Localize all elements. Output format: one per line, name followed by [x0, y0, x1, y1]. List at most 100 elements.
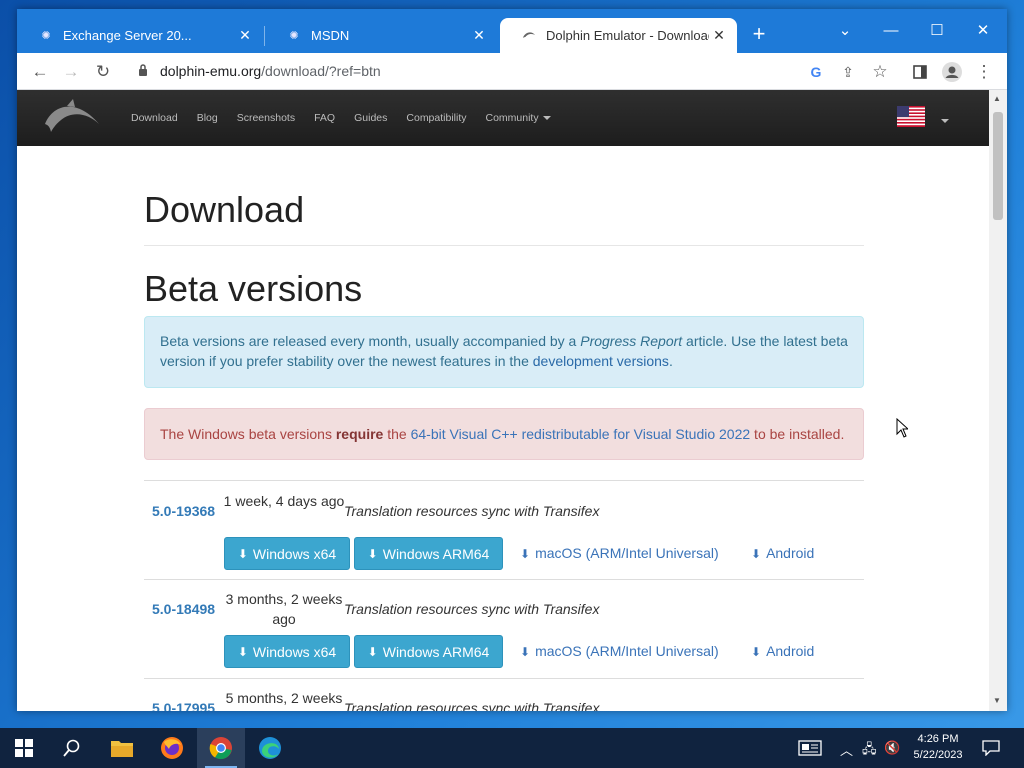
volume-muted-icon[interactable]: 🔇: [884, 740, 900, 756]
close-tab-icon[interactable]: ✕: [469, 27, 489, 44]
tab-dolphin-download[interactable]: Dolphin Emulator - Download ✕: [500, 18, 737, 53]
menu-kebab-icon[interactable]: ⋮: [971, 59, 997, 85]
info-alert: Beta versions are released every month, …: [144, 316, 864, 388]
warning-alert: The Windows beta versions require the 64…: [144, 408, 864, 460]
info-text: .: [668, 353, 673, 369]
address-bar[interactable]: dolphin-emu.org/download/?ref=btn: [136, 55, 806, 87]
commit-message[interactable]: Translation resources sync with Transife…: [344, 700, 599, 711]
new-tab-button[interactable]: +: [749, 23, 769, 45]
nav-download[interactable]: Download: [131, 112, 178, 124]
dolphin-logo-icon[interactable]: [43, 98, 101, 136]
windows-x64-button[interactable]: ⬇ Windows x64: [224, 635, 350, 668]
vc-redist-link[interactable]: 64-bit Visual C++ redistributable for Vi…: [411, 426, 751, 442]
tab-label: Dolphin Emulator - Download: [546, 28, 709, 43]
site-navbar: Download Blog Screenshots FAQ Guides Com…: [17, 90, 989, 146]
network-icon[interactable]: 🖧: [862, 740, 877, 762]
button-label: Windows ARM64: [382, 643, 490, 660]
tab-label: MSDN: [311, 28, 350, 43]
scroll-thumb[interactable]: [993, 112, 1003, 220]
notification-icon[interactable]: [982, 740, 1000, 759]
version-row: 5.0-17995 5 months, 2 weeks Translation …: [144, 678, 864, 711]
warning-bold: require: [335, 426, 384, 442]
android-download-link[interactable]: ⬇ Android: [751, 545, 814, 561]
nav-screenshots[interactable]: Screenshots: [237, 112, 295, 124]
google-lens-icon[interactable]: G: [803, 59, 829, 85]
browser-titlebar: ✺ Exchange Server 20... ✕ ✺ MSDN ✕ Dolph…: [17, 9, 1007, 53]
scroll-up-arrow-icon[interactable]: ▲: [993, 94, 1001, 103]
info-text: Beta versions are released every month, …: [160, 333, 581, 349]
nav-faq[interactable]: FAQ: [314, 112, 335, 124]
commit-message[interactable]: Translation resources sync with Transife…: [344, 601, 599, 617]
side-panel-icon[interactable]: [907, 59, 933, 85]
browser-toolbar: ← → ↻ dolphin-emu.org/download/?ref=btn …: [17, 53, 1007, 90]
scroll-down-arrow-icon[interactable]: ▼: [993, 696, 1001, 705]
start-button[interactable]: [0, 728, 48, 768]
warning-text: to be installed.: [750, 426, 845, 442]
language-caret-icon[interactable]: [941, 119, 949, 123]
development-versions-link[interactable]: development versions: [533, 353, 669, 369]
download-icon: ⬇: [237, 644, 248, 659]
link-label: macOS (ARM/Intel Universal): [535, 545, 719, 561]
profile-avatar-icon[interactable]: [939, 59, 965, 85]
windows-taskbar: ︿ 🖧 🔇 4:26 PM 5/22/2023: [0, 728, 1024, 768]
version-age: 5 months, 2 weeks: [225, 690, 343, 706]
version-link[interactable]: 5.0-17995: [152, 700, 215, 711]
gear-favicon-icon: ✺: [41, 30, 51, 42]
section-title-beta: Beta versions: [144, 268, 363, 309]
tab-msdn[interactable]: ✺ MSDN ✕: [265, 18, 497, 53]
nav-guides[interactable]: Guides: [354, 112, 387, 124]
edge-icon[interactable]: [246, 728, 294, 768]
forward-arrow-icon[interactable]: →: [58, 59, 84, 85]
dolphin-favicon-icon: [522, 29, 536, 43]
version-age: 1 week, 4 days ago: [223, 493, 345, 509]
warning-text: the: [383, 426, 411, 442]
download-icon: ⬇: [751, 547, 762, 561]
site-nav-links: Download Blog Screenshots FAQ Guides Com…: [131, 90, 570, 146]
bookmark-star-icon[interactable]: ☆: [867, 59, 893, 85]
file-explorer-icon[interactable]: [98, 728, 146, 768]
minimize-button[interactable]: —: [868, 17, 914, 45]
maximize-button[interactable]: ☐: [914, 17, 960, 45]
version-link[interactable]: 5.0-18498: [152, 601, 215, 617]
link-label: macOS (ARM/Intel Universal): [535, 643, 719, 659]
button-label: Windows x64: [252, 643, 337, 660]
tab-label: Exchange Server 20...: [63, 28, 192, 43]
download-icon: ⬇: [367, 546, 378, 561]
download-icon: ⬇: [520, 547, 531, 561]
close-tab-icon[interactable]: ✕: [709, 27, 729, 44]
nav-blog[interactable]: Blog: [197, 112, 218, 124]
android-download-link[interactable]: ⬇ Android: [751, 643, 814, 659]
nav-community[interactable]: Community: [486, 112, 551, 124]
chevron-up-icon[interactable]: ︿: [840, 740, 853, 759]
nav-compatibility[interactable]: Compatibility: [406, 112, 466, 124]
button-label: Windows ARM64: [382, 545, 490, 562]
firefox-icon[interactable]: [148, 728, 196, 768]
windows-x64-button[interactable]: ⬇ Windows x64: [224, 537, 350, 570]
news-widget-icon[interactable]: [798, 740, 822, 759]
commit-message[interactable]: Translation resources sync with Transife…: [344, 503, 599, 519]
version-link[interactable]: 5.0-19368: [152, 503, 215, 519]
download-icon: ⬇: [237, 546, 248, 561]
clock-date: 5/22/2023: [913, 749, 963, 761]
version-age: 3 months, 2 weeks ago: [225, 591, 343, 627]
close-window-button[interactable]: ✕: [960, 17, 1006, 45]
version-row: 5.0-19368 1 week, 4 days ago Translation…: [144, 480, 864, 579]
tab-search-chevron-icon[interactable]: ⌄: [822, 17, 868, 45]
warning-text: The Windows beta versions: [160, 426, 336, 442]
reload-icon[interactable]: ↻: [90, 59, 116, 85]
divider: [144, 245, 864, 246]
close-tab-icon[interactable]: ✕: [235, 27, 255, 44]
windows-arm64-button[interactable]: ⬇ Windows ARM64: [354, 635, 503, 668]
page-scrollbar[interactable]: ▲ ▼: [989, 90, 1007, 711]
system-clock[interactable]: 4:26 PM 5/22/2023: [910, 731, 966, 763]
chrome-icon[interactable]: [197, 728, 245, 768]
share-icon[interactable]: ⇪: [835, 59, 861, 85]
tab-exchange-server[interactable]: ✺ Exchange Server 20... ✕: [17, 18, 263, 53]
back-arrow-icon[interactable]: ←: [27, 59, 53, 85]
search-icon[interactable]: [48, 728, 96, 768]
windows-arm64-button[interactable]: ⬇ Windows ARM64: [354, 537, 503, 570]
macos-download-link[interactable]: ⬇ macOS (ARM/Intel Universal): [520, 643, 719, 659]
info-emphasis: Progress Report: [580, 333, 683, 349]
macos-download-link[interactable]: ⬇ macOS (ARM/Intel Universal): [520, 545, 719, 561]
us-flag-icon[interactable]: [897, 106, 925, 127]
